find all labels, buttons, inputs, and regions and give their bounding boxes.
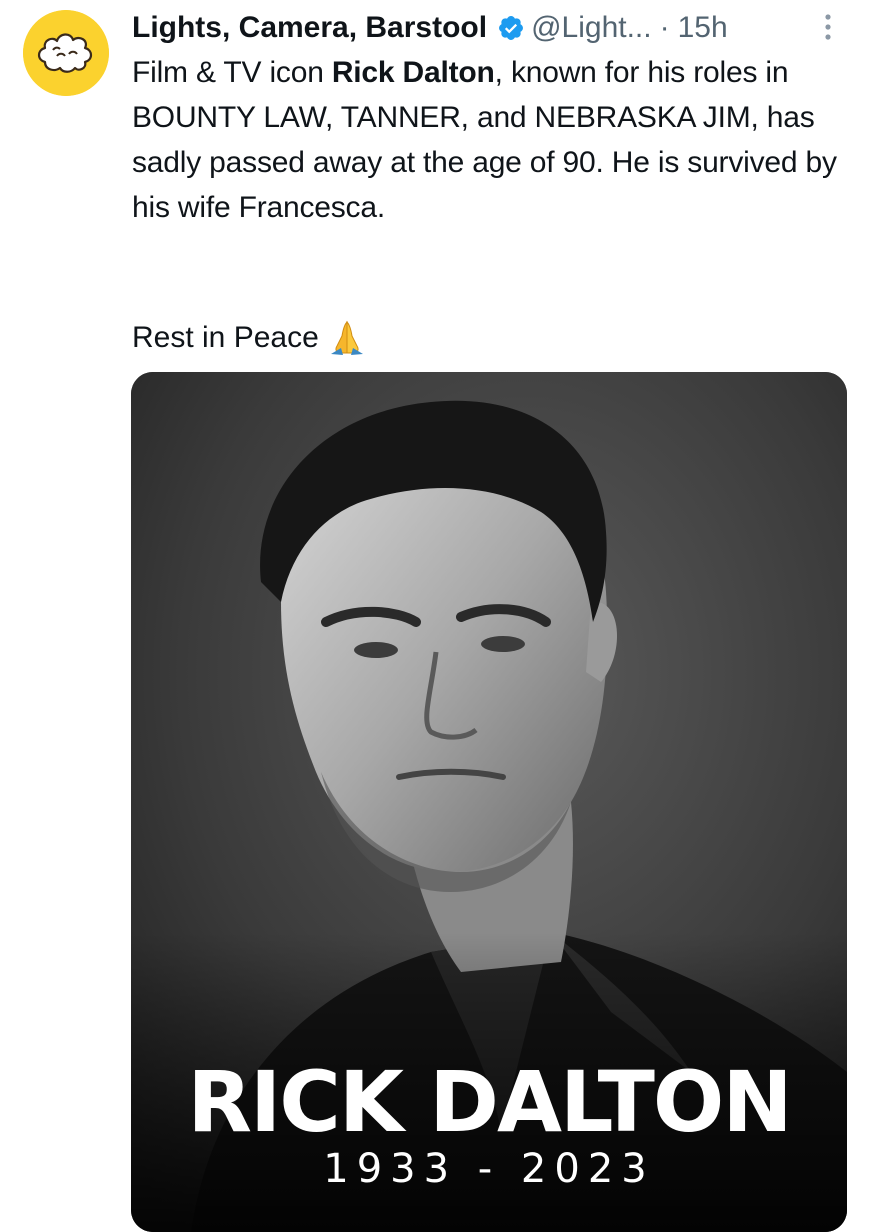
tweet-media-image[interactable]: RICK DALTON 1933 - 2023 (131, 372, 847, 1232)
tweet-text-bold-name: Rick Dalton (331, 56, 495, 89)
tweet[interactable]: Lights, Camera, Barstool @Light... · 15h… (0, 0, 872, 1232)
timestamp[interactable]: 15h (678, 6, 728, 50)
avatar[interactable] (23, 10, 109, 96)
folded-hands-icon (327, 318, 367, 358)
handle[interactable]: @Light... (531, 6, 652, 50)
display-name[interactable]: Lights, Camera, Barstool (132, 6, 487, 50)
tweet-text: Film & TV icon Rick Dalton, known for hi… (132, 50, 852, 230)
separator-dot: · (659, 11, 670, 44)
poster-name: RICK DALTON (187, 1053, 792, 1151)
tweet-header: Lights, Camera, Barstool @Light... · 15h (132, 6, 832, 50)
tweet-closing-line: Rest in Peace (132, 315, 367, 360)
poster-years: 1933 - 2023 (323, 1146, 655, 1192)
verified-badge-icon (497, 14, 525, 42)
more-options-icon[interactable] (815, 10, 841, 44)
tweet-text-before: Film & TV icon (132, 56, 332, 89)
popcorn-icon (23, 10, 109, 96)
tweet-closing-text: Rest in Peace (132, 321, 319, 354)
